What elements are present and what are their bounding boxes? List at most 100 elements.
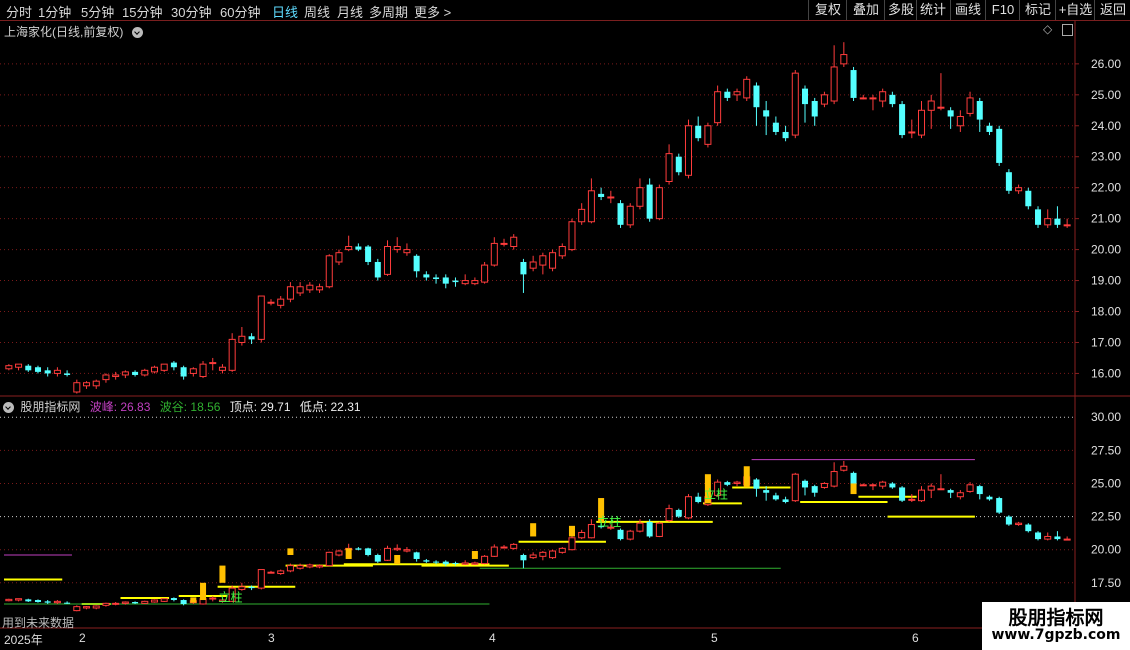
watermark-url: www.7gpzb.com xyxy=(991,627,1121,643)
indicator-candle-body xyxy=(64,602,71,604)
candle-body xyxy=(665,153,673,182)
indicator-candle-body xyxy=(112,602,120,605)
indicator-candle-body xyxy=(73,606,81,612)
indicator-candle-body xyxy=(92,605,100,609)
indicator-tick-label: 30.00 xyxy=(1091,410,1121,424)
candle-body xyxy=(150,366,159,373)
candle-body xyxy=(481,264,489,283)
indicator-candle-body xyxy=(490,546,498,557)
indicator-candle-body xyxy=(53,600,61,604)
indicator-candle-body xyxy=(568,537,576,551)
indicator-candle-body xyxy=(578,531,586,539)
candle-body xyxy=(471,280,479,285)
candle-body xyxy=(189,368,197,374)
candle-body xyxy=(180,367,187,377)
indicator-candle-body xyxy=(986,496,993,500)
indicator-candle-body xyxy=(1015,522,1023,526)
y-tick-label: 23.00 xyxy=(1091,150,1121,164)
candle-body xyxy=(695,125,702,139)
candle-body xyxy=(820,94,828,105)
indicator-candle-body xyxy=(695,496,702,503)
indicator-candle-body xyxy=(772,495,779,500)
candle-body xyxy=(500,242,508,245)
date-label-year: 2025年 xyxy=(4,633,43,647)
indicator-candle-body xyxy=(141,600,149,604)
candle-body xyxy=(112,374,120,378)
indicator-candle-body xyxy=(393,547,401,551)
candle-body xyxy=(121,371,129,376)
candle-body xyxy=(92,380,100,387)
candle-body xyxy=(1054,218,1061,225)
candle-body xyxy=(772,122,779,132)
indicator-candle-body xyxy=(403,549,411,552)
candle-body xyxy=(889,94,896,105)
indicator-candle-body xyxy=(539,551,547,557)
candle-body xyxy=(374,261,381,278)
y-tick-label: 18.00 xyxy=(1091,305,1121,319)
indicator-candle-body xyxy=(5,598,13,602)
candle-body xyxy=(228,338,236,371)
site-watermark: 股朋指标网 www.7gpzb.com xyxy=(982,602,1130,650)
candle-body xyxy=(83,382,91,387)
indicator-candle-body xyxy=(665,508,673,522)
indicator-candle-body xyxy=(782,499,789,503)
indicator-candle-body xyxy=(753,479,760,489)
candle-body xyxy=(840,54,848,65)
candle-body xyxy=(257,295,265,340)
highlight-bar xyxy=(850,483,857,495)
y-tick-label: 22.00 xyxy=(1091,181,1121,195)
indicator-candle-body xyxy=(840,465,848,471)
candle-body xyxy=(966,97,974,114)
indicator-candle-body xyxy=(791,473,799,502)
candle-body xyxy=(607,196,615,199)
indicator-candle-body xyxy=(500,546,508,549)
indicator-candle-body xyxy=(1025,524,1032,532)
indicator-candle-body xyxy=(160,598,168,602)
candle-body xyxy=(365,246,372,262)
indicator-candle-body xyxy=(83,606,91,609)
date-label-jun: 6 xyxy=(912,631,919,645)
indicator-candle-body xyxy=(423,560,430,562)
candle-body xyxy=(646,184,653,219)
candle-body xyxy=(238,335,246,343)
highlight-bar xyxy=(190,597,197,603)
indicator-candle-body xyxy=(306,564,314,568)
candle-body xyxy=(675,156,682,173)
indicator-candle-body xyxy=(355,548,362,550)
indicator-candle-body xyxy=(733,481,741,484)
candle-body xyxy=(578,208,586,223)
indicator-candle-body xyxy=(150,599,159,603)
candle-body xyxy=(325,255,333,288)
indicator-candle-body xyxy=(976,486,983,495)
candlesticks xyxy=(5,42,1071,394)
indicator-candle-body xyxy=(383,547,392,561)
indicator-tick-label: 22.50 xyxy=(1091,510,1121,524)
candle-body xyxy=(25,365,32,371)
price-axis: 26.00 25.00 24.00 23.00 22.00 21.00 20.00 19.00… xyxy=(1075,57,1121,590)
indicator-candle-body xyxy=(956,492,964,498)
candle-body xyxy=(704,125,712,145)
candle-body xyxy=(64,373,71,375)
candle-body xyxy=(937,106,945,109)
candle-body xyxy=(986,125,993,132)
indicator-candle-body xyxy=(296,565,304,569)
candle-body xyxy=(976,101,983,120)
candle-body xyxy=(345,246,353,251)
candle-body xyxy=(908,131,916,134)
candle-body xyxy=(1015,187,1023,192)
date-label-feb: 2 xyxy=(79,631,86,645)
candle-body xyxy=(917,109,926,136)
candle-body xyxy=(811,101,818,117)
candle-body xyxy=(850,70,857,98)
y-tick-label: 20.00 xyxy=(1091,243,1121,257)
candle-body xyxy=(44,370,51,374)
indicator-candle-body xyxy=(724,482,731,485)
indicator-candle-body xyxy=(248,586,255,589)
chart-area[interactable]: 立柱立柱立柱 26.0025.0024.0023.0022.0021.0020.… xyxy=(0,0,1130,650)
indicator-candle-body xyxy=(879,481,887,487)
candle-body xyxy=(996,128,1003,163)
indicator-candle-body xyxy=(335,550,343,556)
candle-body xyxy=(743,78,751,99)
indicator-candle-body xyxy=(257,569,265,589)
candle-body xyxy=(879,91,887,102)
